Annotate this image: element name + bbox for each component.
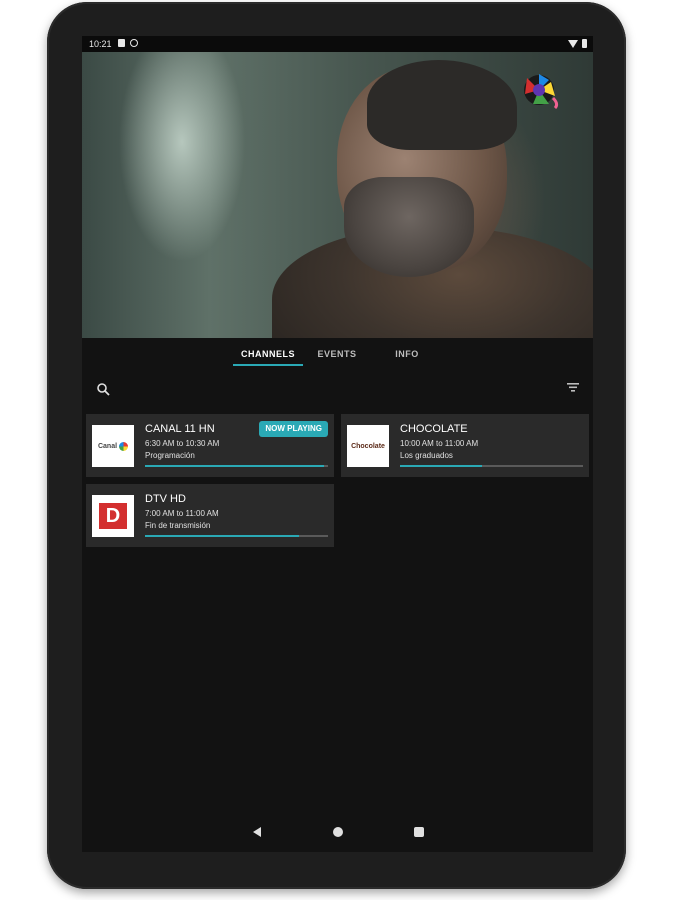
filter-icon[interactable] — [566, 381, 580, 393]
progress-bar — [145, 465, 328, 467]
recents-icon[interactable] — [414, 827, 424, 837]
screen: 10:21 CHANNELS EVENTS INFO Canal CANAL 1… — [82, 36, 593, 852]
channel-program: Los graduados — [400, 451, 453, 460]
channel-name: CANAL 11 HN — [145, 423, 215, 435]
video-player[interactable] — [82, 52, 593, 338]
tab-info[interactable]: INFO — [382, 349, 432, 359]
canal-logo-icon — [119, 441, 129, 451]
channel-name: DTV HD — [145, 493, 186, 505]
channel-time: 10:00 AM to 11:00 AM — [400, 439, 479, 448]
navigation-bar — [82, 816, 593, 852]
home-icon[interactable] — [333, 827, 343, 837]
channel-card[interactable]: Canal CANAL 11 HN 6:30 AM to 10:30 AM Pr… — [86, 414, 334, 477]
channel-logo: D — [92, 495, 134, 537]
channel-card[interactable]: Chocolate CHOCOLATE 10:00 AM to 11:00 AM… — [341, 414, 589, 477]
channel-program: Fin de transmisión — [145, 521, 211, 530]
channel-logo: Canal — [92, 425, 134, 467]
tab-bar: CHANNELS EVENTS INFO — [82, 338, 593, 376]
channel-logo-icon — [524, 74, 559, 110]
tab-channels[interactable]: CHANNELS — [240, 349, 296, 359]
battery-icon — [582, 39, 587, 48]
channel-program: Programación — [145, 451, 195, 460]
channel-time: 6:30 AM to 10:30 AM — [145, 439, 220, 448]
progress-bar — [400, 465, 583, 467]
tab-indicator — [233, 364, 303, 366]
sd-card-icon — [118, 39, 125, 47]
wifi-icon — [568, 39, 578, 48]
search-icon[interactable] — [96, 382, 110, 396]
channel-time: 7:00 AM to 11:00 AM — [145, 509, 219, 518]
back-icon[interactable] — [252, 826, 262, 838]
now-playing-badge: NOW PLAYING — [259, 421, 328, 437]
status-time: 10:21 — [89, 39, 112, 49]
tab-events[interactable]: EVENTS — [312, 349, 362, 359]
channel-name: CHOCOLATE — [400, 423, 468, 435]
channel-logo: Chocolate — [347, 425, 389, 467]
status-bar: 10:21 — [82, 36, 593, 52]
channel-card[interactable]: D DTV HD 7:00 AM to 11:00 AM Fin de tran… — [86, 484, 334, 547]
sync-icon — [130, 39, 138, 47]
progress-bar — [145, 535, 328, 537]
